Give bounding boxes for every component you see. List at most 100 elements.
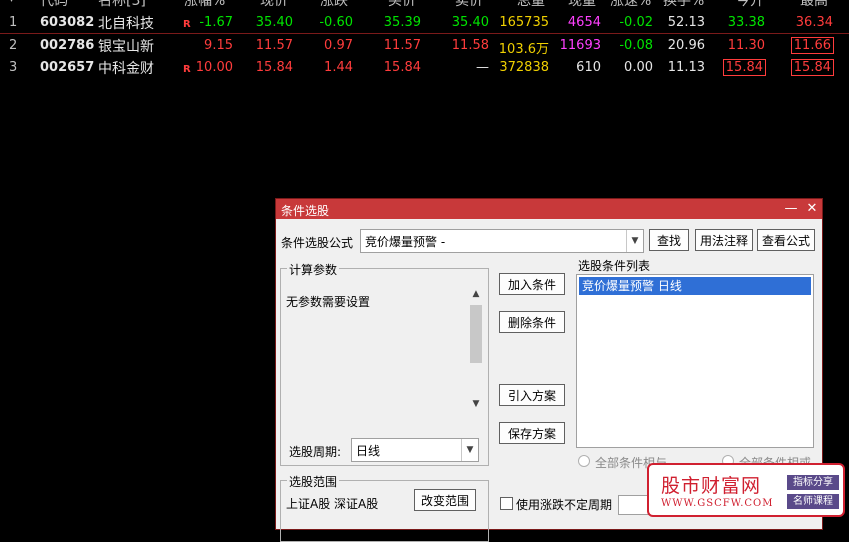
current-volume: 11693	[559, 38, 601, 53]
params-text: 无参数需要设置	[286, 295, 371, 309]
radio-and[interactable]	[578, 455, 590, 467]
speed: 0.00	[624, 60, 653, 75]
add-condition-button[interactable]: 加入条件	[499, 273, 565, 295]
current-volume: 610	[576, 60, 601, 75]
minimize-button[interactable]: —	[782, 200, 800, 218]
condition-list-label: 选股条件列表	[578, 259, 651, 273]
ask-price: 11.58	[451, 38, 489, 53]
speed: -0.08	[619, 38, 653, 53]
dialog-titlebar[interactable]: 条件选股 — ✕	[276, 199, 822, 219]
period-value: 日线	[356, 444, 381, 458]
remove-condition-button[interactable]: 删除条件	[499, 311, 565, 333]
bid-price: 11.57	[383, 38, 421, 53]
dialog-title: 条件选股	[281, 204, 330, 218]
row-index: 2	[9, 38, 18, 53]
open-price: 33.38	[727, 15, 765, 30]
total-volume: 372838	[499, 60, 549, 75]
header-open[interactable]: 今开	[736, 0, 764, 10]
close-button[interactable]: ✕	[803, 200, 821, 218]
high-price: 15.84	[790, 59, 835, 76]
watermark-tag-1: 指标分享	[787, 475, 839, 490]
table-row[interactable]: 2 002786 银宝山新 9.15 11.57 0.97 11.57 11.5…	[0, 35, 849, 57]
header-change[interactable]: 涨跌	[320, 0, 348, 10]
range-group: 选股范围 上证A股 深证A股 改变范围	[280, 473, 489, 542]
total-volume: 103.6万	[498, 42, 549, 57]
header-change-pct[interactable]: 涨幅%	[184, 0, 225, 10]
change-pct: -1.67	[199, 15, 233, 30]
scroll-down-icon[interactable]: ▼	[468, 399, 484, 413]
ask-price: 35.40	[451, 15, 489, 30]
condition-item[interactable]: 竞价爆量预警 日线	[579, 277, 811, 295]
price: 35.40	[255, 15, 293, 30]
high-price: 11.66	[790, 37, 835, 54]
change-range-button[interactable]: 改变范围	[414, 489, 476, 511]
watermark-tag-2: 名师课程	[787, 494, 839, 509]
header-current-volume[interactable]: 现量	[568, 0, 596, 10]
stock-name: 北自科技	[98, 16, 154, 32]
chevron-down-icon[interactable]: ▼	[626, 230, 643, 252]
save-plan-button[interactable]: 保存方案	[499, 422, 565, 444]
turnover: 11.13	[667, 60, 705, 75]
sort-indicator-icon[interactable]: ▾	[9, 0, 14, 5]
header-turnover[interactable]: 换手%	[663, 0, 704, 10]
usage-notes-button[interactable]: 用法注释	[695, 229, 753, 251]
params-scrollbar[interactable]: ▲ ▼	[468, 289, 484, 413]
open-price: 15.84	[722, 59, 767, 76]
formula-select[interactable]: 竞价爆量预警 - ▼	[360, 229, 644, 253]
table-row[interactable]: 3 002657 中科金财 R 10.00 15.84 1.44 15.84 —…	[0, 57, 849, 79]
row-index: 1	[9, 15, 18, 30]
change-pct: 9.15	[204, 38, 233, 53]
speed: -0.02	[619, 15, 653, 30]
uncertain-period-checkbox[interactable]	[500, 497, 513, 510]
find-button[interactable]: 查找	[649, 229, 689, 251]
scroll-up-icon[interactable]: ▲	[468, 289, 484, 303]
stock-code: 002657	[40, 60, 95, 75]
high-price: 36.34	[795, 15, 833, 30]
range-group-title: 选股范围	[287, 473, 340, 490]
header-ask[interactable]: 卖价	[455, 0, 483, 10]
ask-price: —	[476, 60, 489, 75]
stock-name: 银宝山新	[98, 39, 154, 55]
header-bid[interactable]: 买价	[388, 0, 416, 10]
import-plan-button[interactable]: 引入方案	[499, 384, 565, 406]
total-volume: 165735	[499, 15, 549, 30]
condition-list[interactable]: 竞价爆量预警 日线	[576, 274, 814, 448]
stock-name: 中科金财	[98, 61, 154, 77]
current-volume: 4654	[567, 15, 601, 30]
margin-flag: R	[183, 64, 191, 75]
change: -0.60	[319, 15, 353, 30]
row-index: 3	[9, 60, 18, 75]
site-watermark-logo: 股市财富网 WWW.GSCFW.COM 指标分享 名师课程	[647, 463, 845, 517]
table-row[interactable]: 1 603082 北自科技 R -1.67 35.40 -0.60 35.39 …	[0, 12, 849, 34]
params-group-title: 计算参数	[287, 261, 340, 278]
table-header: ▾ 代码 名称[3] 涨幅% 现价 涨跌 买价 卖价 总量 现量 涨速% 换手%…	[0, 0, 849, 10]
turnover: 52.13	[667, 15, 705, 30]
header-speed[interactable]: 涨速%	[610, 0, 651, 10]
row-divider	[0, 33, 849, 34]
turnover: 20.96	[667, 38, 705, 53]
margin-flag: R	[183, 19, 191, 30]
header-code[interactable]: 代码	[40, 0, 68, 10]
change-pct: 10.00	[195, 60, 233, 75]
formula-label: 条件选股公式	[281, 236, 354, 250]
price: 15.84	[255, 60, 293, 75]
view-formula-button[interactable]: 查看公式	[757, 229, 815, 251]
change: 0.97	[324, 38, 353, 53]
scroll-thumb[interactable]	[470, 305, 482, 363]
period-label: 选股周期:	[289, 445, 342, 459]
formula-value: 竞价爆量预警 -	[365, 235, 446, 249]
bid-price: 35.39	[383, 15, 421, 30]
stock-code: 002786	[40, 38, 95, 53]
params-group: 计算参数 无参数需要设置 ▲ ▼ 选股周期: 日线 ▼	[280, 261, 489, 466]
period-select[interactable]: 日线 ▼	[351, 438, 479, 462]
change: 1.44	[324, 60, 353, 75]
uncertain-period-label: 使用涨跌不定周期	[516, 498, 613, 512]
chevron-down-icon[interactable]: ▼	[461, 439, 478, 461]
header-price[interactable]: 现价	[260, 0, 288, 10]
header-volume[interactable]: 总量	[517, 0, 545, 10]
header-high[interactable]: 最高	[800, 0, 828, 10]
header-name[interactable]: 名称[3]	[98, 0, 146, 10]
watermark-url: WWW.GSCFW.COM	[661, 498, 774, 509]
open-price: 11.30	[727, 38, 765, 53]
watermark-title: 股市财富网	[661, 475, 762, 497]
